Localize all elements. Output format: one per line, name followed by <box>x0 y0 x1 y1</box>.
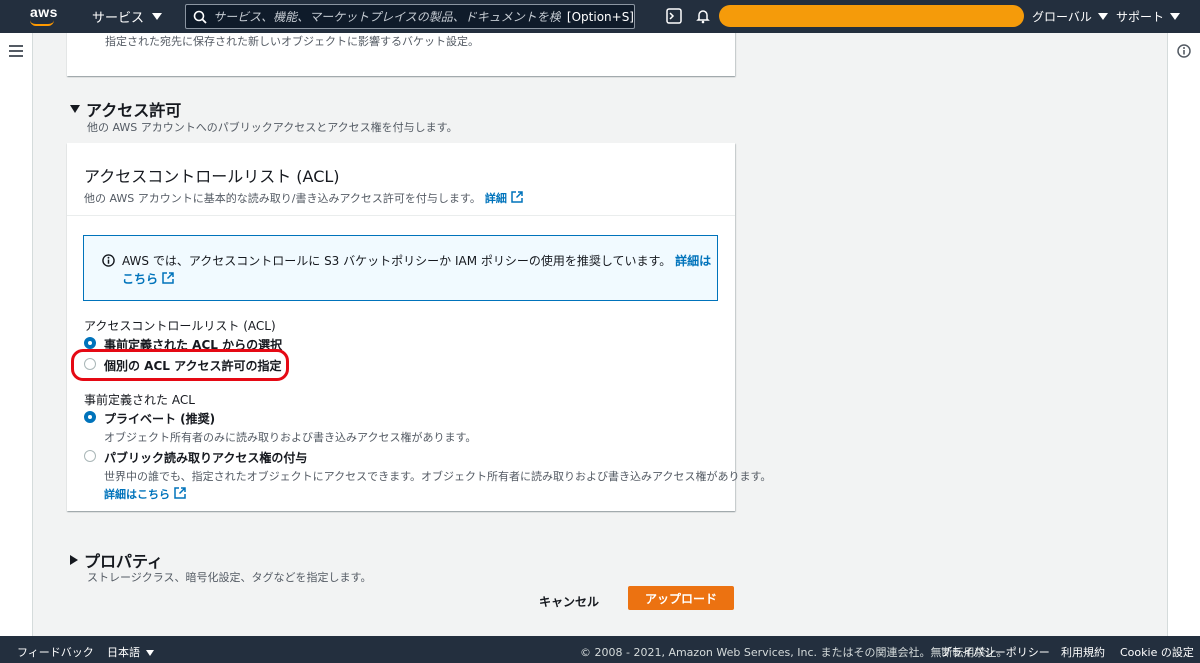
predefined-option-private[interactable]: プライベート (推奨) オブジェクト所有者のみに読み取りおよび書き込みアクセス権… <box>84 410 476 445</box>
acl-card-title: アクセスコントロールリスト (ACL) <box>84 167 340 186</box>
info-icon <box>102 254 115 270</box>
public-read-details-link[interactable]: 詳細はこちら <box>104 486 170 502</box>
predefined-option-description: オブジェクト所有者のみに読み取りおよび書き込みアクセス権があります。 <box>104 431 477 444</box>
caret-down-icon <box>1097 13 1108 20</box>
search-placeholder: サービス、機能、マーケットプレイスの製品、ドキュメントを検索 <box>213 10 561 24</box>
acl-info-text: AWS では、アクセスコントロールに S3 バケットポリシーか IAM ポリシー… <box>122 252 712 289</box>
acl-details-link[interactable]: 詳細 <box>485 190 507 206</box>
terms-link[interactable]: 利用規約 <box>1061 644 1105 660</box>
account-menu-button[interactable] <box>719 5 1024 27</box>
top-navigation: aws サービス サービス、機能、マーケットプレイスの製品、ドキュメントを検索 … <box>0 0 1200 33</box>
destination-settings-card: 指定された宛先に保存された新しいオブジェクトに影響するバケット設定。 <box>67 33 735 76</box>
predefined-option-public-read[interactable]: パブリック読み取りアクセス権の付与 世界中の誰でも、指定されたオブジェクトにアク… <box>84 449 771 502</box>
permissions-section-toggle[interactable]: アクセス許可 <box>70 97 181 121</box>
acl-info-message: AWS では、アクセスコントロールに S3 バケットポリシーか IAM ポリシー… <box>122 254 672 268</box>
predefined-option-label: パブリック読み取りアクセス権の付与 <box>104 451 308 465</box>
search-shortcut: [Option+S] <box>566 9 634 24</box>
external-link-icon[interactable] <box>162 271 174 289</box>
caret-right-icon <box>70 555 78 565</box>
caret-down-icon <box>152 13 163 20</box>
permissions-title: アクセス許可 <box>86 101 182 120</box>
card-divider <box>67 215 735 216</box>
properties-description: ストレージクラス、暗号化設定、タグなどを指定します。 <box>87 571 372 584</box>
aws-logo[interactable]: aws <box>18 0 80 33</box>
permissions-description: 他の AWS アカウントへのパブリックアクセスとアクセス権を付与します。 <box>87 121 458 134</box>
predefined-acl-label: 事前定義された ACL <box>84 393 195 407</box>
info-icon[interactable] <box>1177 44 1191 61</box>
cookie-settings-link[interactable]: Cookie の設定 <box>1120 644 1194 660</box>
aws-logo-text: aws <box>30 4 58 20</box>
external-link-icon[interactable] <box>511 190 523 206</box>
destination-settings-description: 指定された宛先に保存された新しいオブジェクトに影響するバケット設定。 <box>105 35 479 48</box>
bell-icon[interactable] <box>693 6 713 26</box>
language-label: 日本語 <box>107 646 140 659</box>
aws-smile-icon <box>30 20 54 26</box>
caret-down-icon <box>1170 13 1181 20</box>
language-selector[interactable]: 日本語 <box>107 644 154 660</box>
region-menu-button[interactable]: グローバル <box>1032 0 1108 33</box>
acl-description-text: 他の AWS アカウントに基本的な読み取り/書き込みアクセス許可を付与します。 <box>84 192 481 205</box>
upload-button[interactable]: アップロード <box>628 586 734 610</box>
left-rail <box>0 33 33 636</box>
feedback-link[interactable]: フィードバック <box>17 644 94 660</box>
radio-checked[interactable] <box>84 337 96 349</box>
right-rail <box>1167 33 1200 636</box>
support-menu-button[interactable]: サポート <box>1116 0 1181 33</box>
hamburger-menu-icon[interactable] <box>9 45 23 57</box>
main-content: 指定された宛先に保存された新しいオブジェクトに影響するバケット設定。 アクセス許… <box>34 33 1167 636</box>
services-label: サービス <box>92 11 145 26</box>
services-menu-button[interactable]: サービス <box>86 0 174 33</box>
radio-checked[interactable] <box>84 411 96 423</box>
cancel-button[interactable]: キャンセル <box>539 593 599 610</box>
search-bar[interactable]: サービス、機能、マーケットプレイスの製品、ドキュメントを検索 [Option+S… <box>185 4 635 29</box>
predefined-option-description: 世界中の誰でも、指定されたオブジェクトにアクセスできます。オブジェクト所有者に読… <box>104 470 772 483</box>
caret-down-icon <box>146 650 154 656</box>
caret-down-icon <box>70 105 80 113</box>
external-link-icon[interactable] <box>174 486 186 502</box>
privacy-link[interactable]: プライバシーポリシー <box>940 644 1050 660</box>
acl-info-alert: AWS では、アクセスコントロールに S3 バケットポリシーか IAM ポリシー… <box>83 235 718 301</box>
region-label: グローバル <box>1032 10 1092 24</box>
annotation-highlight <box>71 349 289 381</box>
radio-unchecked[interactable] <box>84 450 96 462</box>
footer: フィードバック 日本語 © 2008 - 2021, Amazon Web Se… <box>0 636 1200 663</box>
acl-field-label: アクセスコントロールリスト (ACL) <box>84 319 276 333</box>
acl-card: アクセスコントロールリスト (ACL) 他の AWS アカウントに基本的な読み取… <box>67 143 771 511</box>
predefined-option-label: プライベート (推奨) <box>104 412 216 426</box>
search-icon <box>186 5 213 28</box>
acl-card-description: 他の AWS アカウントに基本的な読み取り/書き込みアクセス許可を付与します。 … <box>84 190 523 206</box>
cloudshell-icon[interactable] <box>664 6 684 26</box>
support-label: サポート <box>1116 10 1165 24</box>
